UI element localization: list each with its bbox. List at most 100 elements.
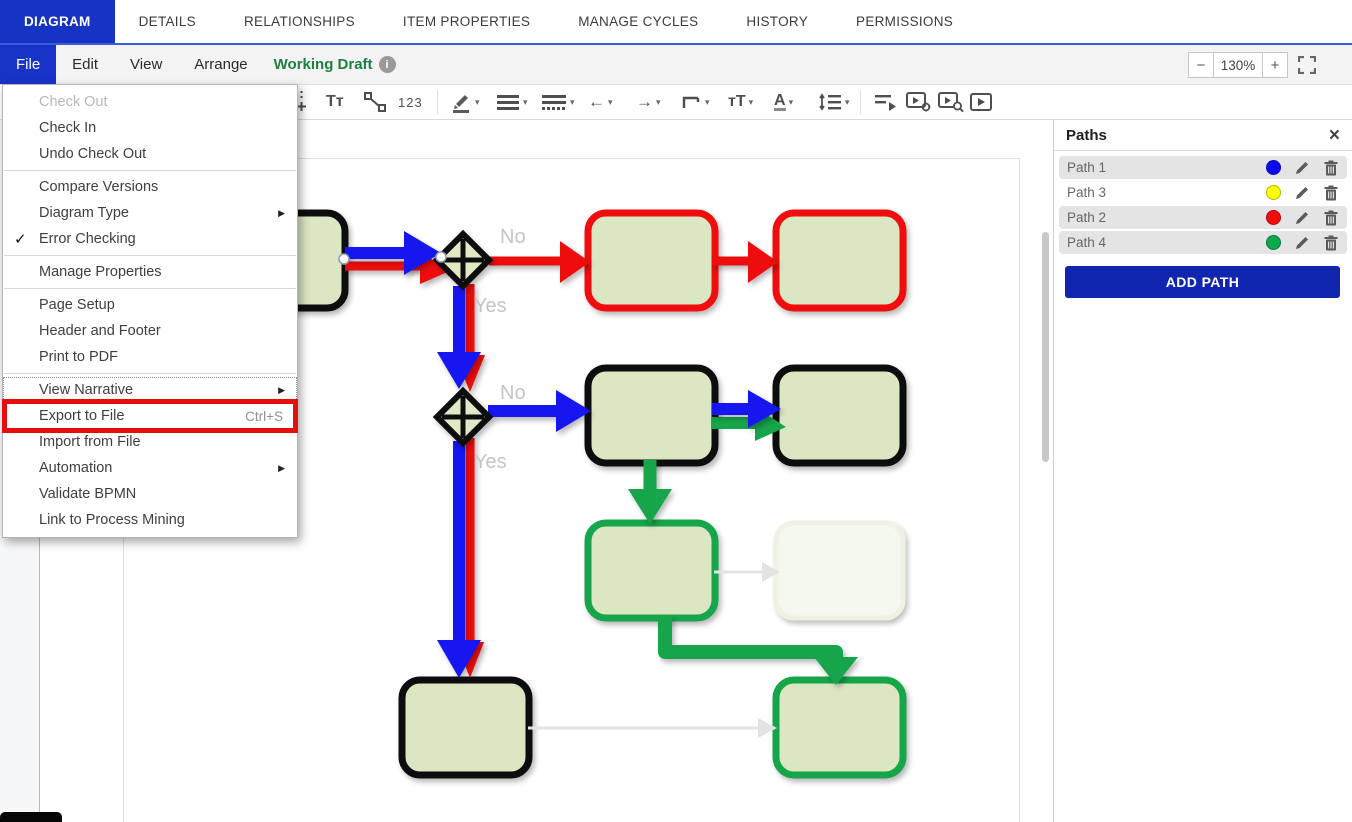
working-draft-label: Working Draft bbox=[274, 56, 373, 73]
line-width-icon[interactable]: ▾ bbox=[496, 85, 528, 119]
task-shape-faded[interactable] bbox=[776, 523, 903, 618]
path-color-dot[interactable] bbox=[1266, 160, 1281, 175]
task-shape-green-1[interactable] bbox=[588, 523, 715, 618]
line-style-icon[interactable]: ▾ bbox=[541, 85, 575, 119]
menu-separator bbox=[4, 288, 296, 289]
menu-item-validate-bpmn[interactable]: Validate BPMN bbox=[3, 481, 297, 507]
task-shape-red-1[interactable] bbox=[588, 213, 715, 308]
menu-separator bbox=[4, 255, 296, 256]
menu-item-import-from-file[interactable]: Import from File bbox=[3, 429, 297, 455]
path-row-path-1[interactable]: Path 1 bbox=[1059, 156, 1347, 179]
narrative-play-icon[interactable] bbox=[874, 85, 898, 119]
arrow-start-style-icon[interactable]: ←▾ bbox=[588, 85, 613, 119]
menu-item-label: Check In bbox=[39, 120, 96, 136]
tab-item-properties[interactable]: ITEM PROPERTIES bbox=[379, 0, 554, 43]
menu-item-view-narrative[interactable]: View Narrative▶ bbox=[3, 377, 297, 403]
zoom-out-button[interactable]: − bbox=[1188, 52, 1214, 78]
path-row-path-4[interactable]: Path 4 bbox=[1059, 231, 1347, 254]
tab-permissions[interactable]: PERMISSIONS bbox=[832, 0, 977, 43]
font-size-icon[interactable]: ᴛT▾ bbox=[728, 85, 753, 119]
path-row-path-3[interactable]: Path 3 bbox=[1059, 181, 1347, 204]
delete-trash-icon[interactable] bbox=[1323, 210, 1339, 226]
fullscreen-icon[interactable] bbox=[1298, 56, 1316, 74]
play-search-icon[interactable] bbox=[938, 85, 964, 119]
menu-item-label: Undo Check Out bbox=[39, 146, 146, 162]
edit-pencil-icon[interactable] bbox=[1294, 160, 1310, 176]
edit-pencil-icon[interactable] bbox=[1294, 210, 1310, 226]
arrow-end-style-icon[interactable]: →▾ bbox=[636, 85, 661, 119]
edit-pencil-icon[interactable] bbox=[1294, 185, 1310, 201]
menubar-arrange[interactable]: Arrange bbox=[178, 45, 263, 84]
path-label: Path 3 bbox=[1067, 185, 1106, 200]
edit-pencil-icon[interactable] bbox=[1294, 235, 1310, 251]
zoom-level-value: 130% bbox=[1214, 52, 1262, 78]
tab-manage-cycles[interactable]: MANAGE CYCLES bbox=[554, 0, 722, 43]
toolbar-divider bbox=[860, 90, 861, 114]
canvas-vertical-scrollbar[interactable] bbox=[1042, 232, 1049, 462]
path-color-dot[interactable] bbox=[1266, 235, 1281, 250]
toolbar-divider bbox=[437, 90, 438, 114]
task-shape-black-3[interactable] bbox=[402, 680, 529, 775]
menu-item-label: Import from File bbox=[39, 434, 141, 450]
connector-gray-1[interactable] bbox=[714, 562, 780, 582]
path-row-path-2[interactable]: Path 2 bbox=[1059, 206, 1347, 229]
menu-item-check-in[interactable]: Check In bbox=[3, 115, 297, 141]
menu-item-diagram-type[interactable]: Diagram Type ▶ bbox=[3, 200, 297, 226]
menu-item-header-and-footer[interactable]: Header and Footer bbox=[3, 318, 297, 344]
edge-label-yes-2: Yes bbox=[474, 451, 507, 474]
task-shape-black-1[interactable] bbox=[588, 368, 715, 463]
task-shape-red-2[interactable] bbox=[776, 213, 903, 308]
connector-handle[interactable] bbox=[436, 252, 446, 262]
paths-panel: Paths × Path 1Path 3Path 2Path 4 ADD PAT… bbox=[1053, 120, 1352, 822]
tab-diagram[interactable]: DIAGRAM bbox=[0, 0, 115, 43]
menu-item-link-to-process-mining[interactable]: Link to Process Mining bbox=[3, 507, 297, 533]
menubar-edit[interactable]: Edit bbox=[56, 45, 114, 84]
menu-item-label: Diagram Type bbox=[39, 205, 129, 221]
text-tool-icon[interactable]: Tᴛ bbox=[326, 85, 344, 119]
task-shape-black-2[interactable] bbox=[776, 368, 903, 463]
menu-item-check-out[interactable]: Check Out bbox=[3, 89, 297, 115]
delete-trash-icon[interactable] bbox=[1323, 185, 1339, 201]
menubar-view[interactable]: View bbox=[114, 45, 178, 84]
menu-item-manage-properties[interactable]: Manage Properties bbox=[3, 259, 297, 285]
delete-trash-icon[interactable] bbox=[1323, 235, 1339, 251]
submenu-arrow-icon: ▶ bbox=[278, 208, 285, 219]
menubar-file[interactable]: File bbox=[0, 45, 56, 84]
line-color-icon[interactable]: ▾ bbox=[450, 85, 480, 119]
connector-handle[interactable] bbox=[339, 254, 349, 264]
info-icon[interactable]: i bbox=[379, 56, 396, 73]
tab-details[interactable]: DETAILS bbox=[115, 0, 220, 43]
play-box-icon[interactable] bbox=[970, 85, 992, 119]
gateway-2[interactable] bbox=[437, 391, 489, 443]
numbering-icon[interactable]: 123 bbox=[398, 85, 423, 119]
menu-item-export-to-file[interactable]: Export to FileCtrl+S bbox=[3, 403, 297, 429]
zoom-in-button[interactable]: + bbox=[1262, 52, 1288, 78]
close-icon[interactable]: × bbox=[1329, 126, 1340, 145]
edge-label-yes-1: Yes bbox=[474, 295, 507, 318]
play-settings-icon[interactable] bbox=[906, 85, 932, 119]
menu-item-undo-check-out[interactable]: Undo Check Out bbox=[3, 141, 297, 167]
task-shape-green-2[interactable] bbox=[776, 680, 903, 775]
menu-item-page-setup[interactable]: Page Setup bbox=[3, 292, 297, 318]
connector-routing-icon[interactable]: ▾ bbox=[682, 85, 710, 119]
font-color-icon[interactable]: A▾ bbox=[774, 85, 793, 119]
add-path-button[interactable]: ADD PATH bbox=[1065, 266, 1340, 298]
menu-item-label: Validate BPMN bbox=[39, 486, 136, 502]
connector-tool-icon[interactable] bbox=[364, 85, 386, 119]
connector-gray-2[interactable] bbox=[528, 718, 777, 738]
menu-item-error-checking[interactable]: ✓Error Checking bbox=[3, 226, 297, 252]
path-color-dot[interactable] bbox=[1266, 185, 1281, 200]
path-label: Path 1 bbox=[1067, 160, 1106, 175]
menu-item-shortcut: Ctrl+S bbox=[245, 409, 283, 424]
menu-item-compare-versions[interactable]: Compare Versions bbox=[3, 174, 297, 200]
tab-history[interactable]: HISTORY bbox=[722, 0, 832, 43]
line-spacing-icon[interactable]: ▾ bbox=[818, 85, 850, 119]
delete-trash-icon[interactable] bbox=[1323, 160, 1339, 176]
menu-item-automation[interactable]: Automation▶ bbox=[3, 455, 297, 481]
path-color-dot[interactable] bbox=[1266, 210, 1281, 225]
path-label: Path 4 bbox=[1067, 235, 1106, 250]
menu-item-print-to-pdf[interactable]: Print to PDF bbox=[3, 344, 297, 370]
menu-separator bbox=[4, 170, 296, 171]
tab-relationships[interactable]: RELATIONSHIPS bbox=[220, 0, 379, 43]
menu-item-label: View Narrative bbox=[39, 382, 133, 398]
